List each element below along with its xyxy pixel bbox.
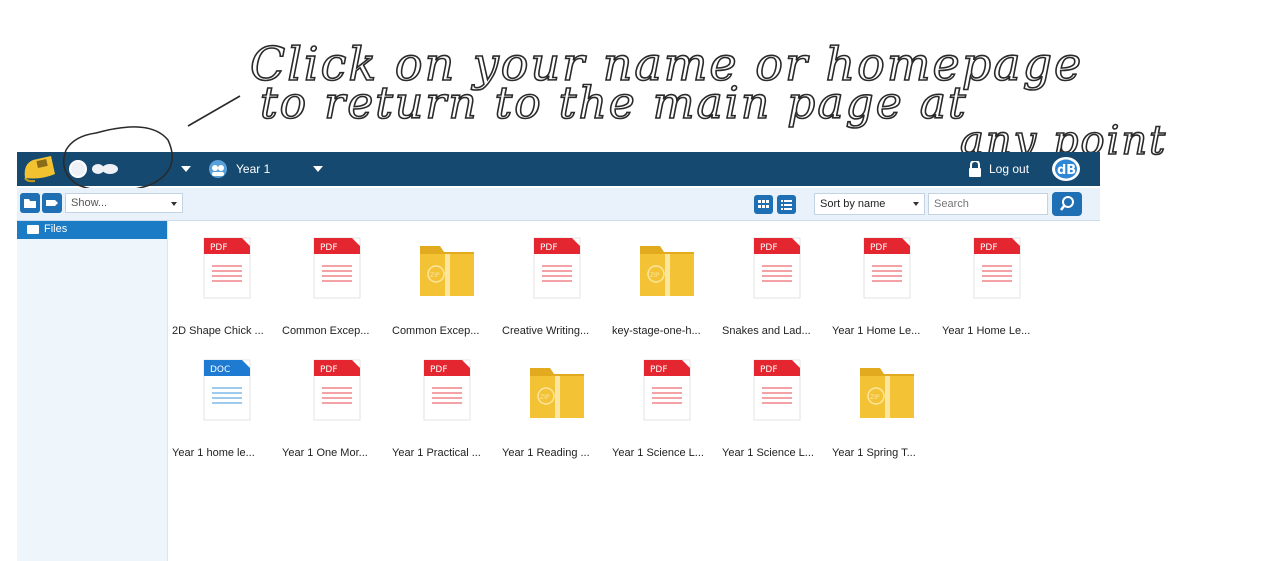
files-grid: PDF 2D Shape Chick ... PDF Common Excep... Z…	[0, 0, 1282, 561]
file-tile[interactable]: PDF 2D Shape Chick ...	[172, 236, 282, 356]
pdf-file-icon[interactable]: PDF	[636, 358, 698, 422]
svg-text:PDF: PDF	[210, 243, 228, 253]
file-tile[interactable]: PDF Year 1 Science L...	[612, 358, 722, 478]
file-name[interactable]: Snakes and Lad...	[722, 325, 832, 337]
svg-text:PDF: PDF	[650, 365, 668, 375]
file-tile[interactable]: PDF Year 1 Home Le...	[942, 236, 1052, 356]
pdf-file-icon[interactable]: PDF	[196, 236, 258, 300]
file-name[interactable]: Year 1 Home Le...	[942, 325, 1052, 337]
file-name[interactable]: Year 1 Spring T...	[832, 447, 942, 459]
file-name[interactable]: Year 1 Reading ...	[502, 447, 612, 459]
file-name[interactable]: Year 1 Science L...	[722, 447, 832, 459]
file-name[interactable]: Common Excep...	[392, 325, 502, 337]
doc-file-icon[interactable]: DOC	[196, 358, 258, 422]
file-name[interactable]: Year 1 One Mor...	[282, 447, 392, 459]
pdf-file-icon[interactable]: PDF	[746, 236, 808, 300]
file-name[interactable]: key-stage-one-h...	[612, 325, 722, 337]
pdf-file-icon[interactable]: PDF	[966, 236, 1028, 300]
zip-file-icon[interactable]: ZIP	[856, 358, 918, 422]
file-name[interactable]: Creative Writing...	[502, 325, 612, 337]
file-name[interactable]: Year 1 Home Le...	[832, 325, 942, 337]
file-tile[interactable]: PDF Year 1 Practical ...	[392, 358, 502, 478]
pdf-file-icon[interactable]: PDF	[306, 358, 368, 422]
svg-text:ZIP: ZIP	[870, 394, 880, 401]
svg-text:PDF: PDF	[760, 365, 778, 375]
svg-text:ZIP: ZIP	[650, 272, 660, 279]
pdf-file-icon[interactable]: PDF	[306, 236, 368, 300]
pdf-file-icon[interactable]: PDF	[746, 358, 808, 422]
svg-text:PDF: PDF	[320, 243, 338, 253]
file-tile[interactable]: ZIP key-stage-one-h...	[612, 236, 722, 356]
file-name[interactable]: 2D Shape Chick ...	[172, 325, 282, 337]
file-name[interactable]: Year 1 Practical ...	[392, 447, 502, 459]
file-tile[interactable]: ZIP Year 1 Reading ...	[502, 358, 612, 478]
file-tile[interactable]: PDF Year 1 Science L...	[722, 358, 832, 478]
file-name[interactable]: Year 1 Science L...	[612, 447, 722, 459]
svg-text:PDF: PDF	[430, 365, 448, 375]
file-name[interactable]: Year 1 home le...	[172, 447, 282, 459]
file-tile[interactable]: PDF Year 1 Home Le...	[832, 236, 942, 356]
file-tile[interactable]: ZIP Year 1 Spring T...	[832, 358, 942, 478]
pdf-file-icon[interactable]: PDF	[526, 236, 588, 300]
svg-text:ZIP: ZIP	[430, 272, 440, 279]
pdf-file-icon[interactable]: PDF	[856, 236, 918, 300]
svg-text:DOC: DOC	[210, 365, 230, 375]
zip-file-icon[interactable]: ZIP	[526, 358, 588, 422]
svg-text:PDF: PDF	[320, 365, 338, 375]
file-name[interactable]: Common Excep...	[282, 325, 392, 337]
svg-text:PDF: PDF	[540, 243, 558, 253]
file-tile[interactable]: PDF Creative Writing...	[502, 236, 612, 356]
file-tile[interactable]: PDF Year 1 One Mor...	[282, 358, 392, 478]
file-tile[interactable]: PDF Snakes and Lad...	[722, 236, 832, 356]
svg-text:PDF: PDF	[980, 243, 998, 253]
svg-text:PDF: PDF	[870, 243, 888, 253]
file-tile[interactable]: DOC Year 1 home le...	[172, 358, 282, 478]
svg-text:PDF: PDF	[760, 243, 778, 253]
zip-file-icon[interactable]: ZIP	[636, 236, 698, 300]
zip-file-icon[interactable]: ZIP	[416, 236, 478, 300]
file-tile[interactable]: ZIP Common Excep...	[392, 236, 502, 356]
svg-text:ZIP: ZIP	[540, 394, 550, 401]
pdf-file-icon[interactable]: PDF	[416, 358, 478, 422]
file-tile[interactable]: PDF Common Excep...	[282, 236, 392, 356]
